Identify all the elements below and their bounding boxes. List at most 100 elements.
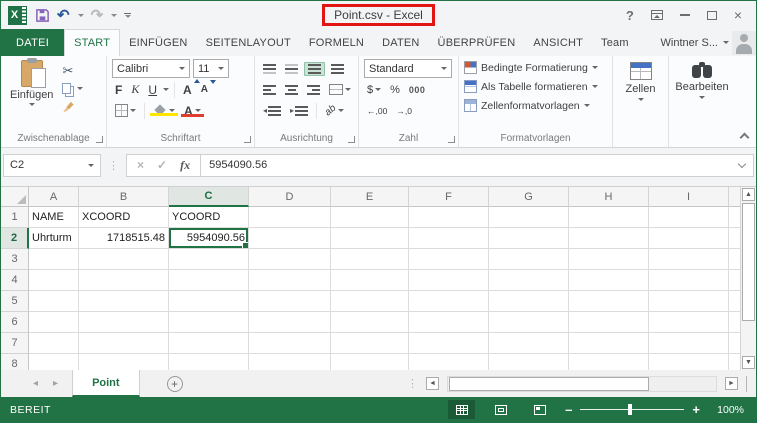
confirm-entry-icon[interactable]: ✓ bbox=[157, 158, 167, 172]
redo-icon[interactable]: ↷ bbox=[91, 8, 104, 23]
name-box[interactable]: C2 bbox=[3, 153, 101, 177]
row-header-8[interactable]: 8 bbox=[1, 354, 29, 370]
cell-A1[interactable]: NAME bbox=[29, 207, 79, 228]
cell-B7[interactable] bbox=[79, 333, 169, 354]
decrease-indent-button[interactable]: ◂ bbox=[260, 105, 284, 117]
currency-button[interactable]: $ bbox=[364, 83, 384, 97]
italic-button[interactable]: K bbox=[128, 81, 142, 98]
increase-font-button[interactable]: A bbox=[180, 78, 200, 98]
excel-logo-icon[interactable]: X bbox=[8, 5, 28, 25]
cell-B2[interactable]: 1718515.48 bbox=[79, 228, 169, 249]
cell-A7[interactable] bbox=[29, 333, 79, 354]
align-top-button[interactable] bbox=[260, 63, 279, 75]
cell-G7[interactable] bbox=[489, 333, 569, 354]
cell-F7[interactable] bbox=[409, 333, 489, 354]
fill-color-button[interactable] bbox=[150, 105, 178, 116]
cell-I5[interactable] bbox=[649, 291, 729, 312]
minimize-icon[interactable] bbox=[679, 14, 690, 16]
format-as-table-button[interactable]: Als Tabelle formatieren bbox=[462, 77, 609, 96]
tab-formeln[interactable]: FORMELN bbox=[300, 29, 373, 56]
editing-button[interactable]: Bearbeiten bbox=[675, 58, 729, 99]
cell-A2[interactable]: Uhrturm bbox=[29, 228, 79, 249]
tab-team[interactable]: Team bbox=[592, 29, 638, 56]
cell-I4[interactable] bbox=[649, 270, 729, 291]
cell-B6[interactable] bbox=[79, 312, 169, 333]
undo-icon[interactable]: ↶ bbox=[57, 8, 70, 23]
cell-E2[interactable] bbox=[331, 228, 409, 249]
cell-H6[interactable] bbox=[569, 312, 649, 333]
cell-H2[interactable] bbox=[569, 228, 649, 249]
cell-C8[interactable] bbox=[169, 354, 249, 370]
cell-F6[interactable] bbox=[409, 312, 489, 333]
horizontal-scroll-thumb[interactable] bbox=[449, 376, 649, 391]
row-header-6[interactable]: 6 bbox=[1, 312, 29, 333]
cell-G5[interactable] bbox=[489, 291, 569, 312]
cell-B1[interactable]: XCOORD bbox=[79, 207, 169, 228]
cell-F1[interactable] bbox=[409, 207, 489, 228]
format-painter-button[interactable] bbox=[59, 99, 86, 114]
cell-G6[interactable] bbox=[489, 312, 569, 333]
cell-C6[interactable] bbox=[169, 312, 249, 333]
zoom-slider-thumb[interactable] bbox=[628, 404, 633, 415]
row-header-5[interactable]: 5 bbox=[1, 291, 29, 312]
vertical-scrollbar[interactable]: ▲ ▼ bbox=[740, 187, 756, 370]
increase-indent-button[interactable]: ▸ bbox=[287, 105, 311, 117]
sheet-tab-point[interactable]: Point bbox=[72, 370, 140, 397]
save-icon[interactable] bbox=[35, 8, 50, 23]
help-icon[interactable]: ? bbox=[626, 8, 634, 23]
column-header-B[interactable]: B bbox=[79, 187, 169, 207]
column-header-D[interactable]: D bbox=[249, 187, 331, 207]
cell-H1[interactable] bbox=[569, 207, 649, 228]
font-dialog-launcher-icon[interactable] bbox=[244, 136, 251, 143]
cell-H7[interactable] bbox=[569, 333, 649, 354]
cell-A3[interactable] bbox=[29, 249, 79, 270]
add-sheet-icon[interactable]: + bbox=[166, 375, 183, 392]
tab-ueberpruefen[interactable]: ÜBERPRÜFEN bbox=[429, 29, 525, 56]
merge-center-button[interactable] bbox=[326, 83, 354, 96]
number-format-select[interactable]: Standard bbox=[364, 59, 452, 78]
column-header-G[interactable]: G bbox=[489, 187, 569, 207]
tab-datei[interactable]: DATEI bbox=[1, 29, 65, 56]
cell-D7[interactable] bbox=[249, 333, 331, 354]
cell-F4[interactable] bbox=[409, 270, 489, 291]
cell-E8[interactable] bbox=[331, 354, 409, 370]
customize-toolbar-icon[interactable] bbox=[124, 12, 132, 18]
cell-D4[interactable] bbox=[249, 270, 331, 291]
paste-button[interactable]: Einfügen bbox=[10, 58, 53, 114]
percent-button[interactable]: % bbox=[387, 83, 403, 97]
cell-G4[interactable] bbox=[489, 270, 569, 291]
font-size-select[interactable]: 11 bbox=[193, 59, 229, 78]
formula-bar-drag-dots[interactable]: ⋮ bbox=[108, 159, 119, 172]
scroll-up-icon[interactable]: ▲ bbox=[742, 188, 755, 201]
row-header-3[interactable]: 3 bbox=[1, 249, 29, 270]
font-family-select[interactable]: Calibri bbox=[112, 59, 190, 78]
cell-D1[interactable] bbox=[249, 207, 331, 228]
horizontal-scrollbar[interactable] bbox=[447, 375, 717, 392]
page-break-view-button[interactable] bbox=[526, 400, 553, 419]
cell-C3[interactable] bbox=[169, 249, 249, 270]
column-header-F[interactable]: F bbox=[409, 187, 489, 207]
cell-D6[interactable] bbox=[249, 312, 331, 333]
conditional-formatting-button[interactable]: Bedingte Formatierung bbox=[462, 58, 609, 77]
column-header-A[interactable]: A bbox=[29, 187, 79, 207]
copy-button[interactable] bbox=[59, 82, 86, 95]
next-sheet-icon[interactable]: ▸ bbox=[53, 378, 58, 389]
collapse-ribbon-icon[interactable] bbox=[739, 132, 750, 143]
increase-decimal-button[interactable]: ←,00 bbox=[364, 105, 390, 117]
cell-E4[interactable] bbox=[331, 270, 409, 291]
column-header-I[interactable]: I bbox=[649, 187, 729, 207]
cell-D8[interactable] bbox=[249, 354, 331, 370]
cell-E5[interactable] bbox=[331, 291, 409, 312]
zoom-out-icon[interactable]: – bbox=[565, 403, 572, 416]
align-middle-button[interactable] bbox=[282, 63, 301, 75]
cell-A6[interactable] bbox=[29, 312, 79, 333]
cell-A5[interactable] bbox=[29, 291, 79, 312]
cell-I1[interactable] bbox=[649, 207, 729, 228]
close-icon[interactable]: × bbox=[734, 8, 742, 22]
scroll-down-icon[interactable]: ▼ bbox=[742, 356, 755, 369]
cell-styles-button[interactable]: Zellenformatvorlagen bbox=[462, 96, 609, 115]
cancel-entry-icon[interactable]: × bbox=[137, 158, 144, 172]
decrease-font-button[interactable]: A bbox=[198, 80, 216, 96]
tab-start[interactable]: START bbox=[64, 29, 121, 56]
font-color-button[interactable]: A bbox=[181, 104, 204, 118]
